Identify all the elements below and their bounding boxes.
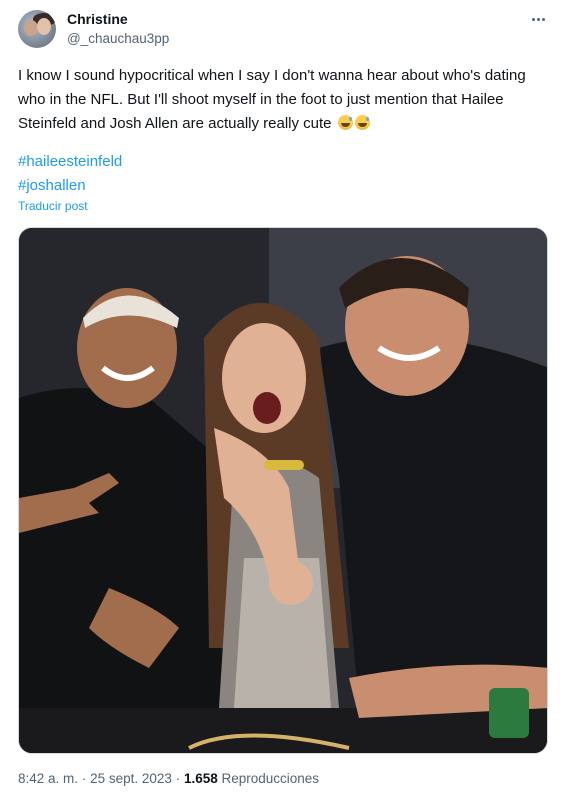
tweet-meta: 8:42 a. m. · 25 sept. 2023 · 1.658 Repro… xyxy=(18,771,319,786)
tweet-text: I know I sound hypocritical when I say I… xyxy=(18,64,538,136)
meta-separator: · xyxy=(175,771,181,786)
grinning-sweat-emoji-icon xyxy=(354,115,370,130)
hashtag-link[interactable]: #joshallen xyxy=(18,174,122,198)
author-name[interactable]: Christine xyxy=(67,11,128,27)
views-count: 1.658 xyxy=(183,771,218,786)
more-options-icon[interactable] xyxy=(526,10,550,28)
hashtag-link[interactable]: #haileesteinfeld xyxy=(18,150,122,174)
post-time[interactable]: 8:42 a. m. xyxy=(18,771,78,786)
tweet-body: I know I sound hypocritical when I say I… xyxy=(18,67,526,132)
views-label: Reproducciones xyxy=(221,771,320,786)
avatar[interactable] xyxy=(18,10,56,48)
hashtags: #haileesteinfeld #joshallen xyxy=(18,150,122,198)
meta-separator: · xyxy=(81,771,87,786)
author-handle[interactable]: @_chauchau3pp xyxy=(67,31,169,46)
grinning-sweat-emoji-icon xyxy=(337,115,353,130)
post-date[interactable]: 25 sept. 2023 xyxy=(90,771,172,786)
photo-of-three-people-icon xyxy=(19,228,547,753)
tweet-photo[interactable] xyxy=(18,227,548,754)
translate-post-link[interactable]: Traducir post xyxy=(18,199,88,213)
tweet: Christine @_chauchau3pp I know I sound h… xyxy=(0,0,565,803)
